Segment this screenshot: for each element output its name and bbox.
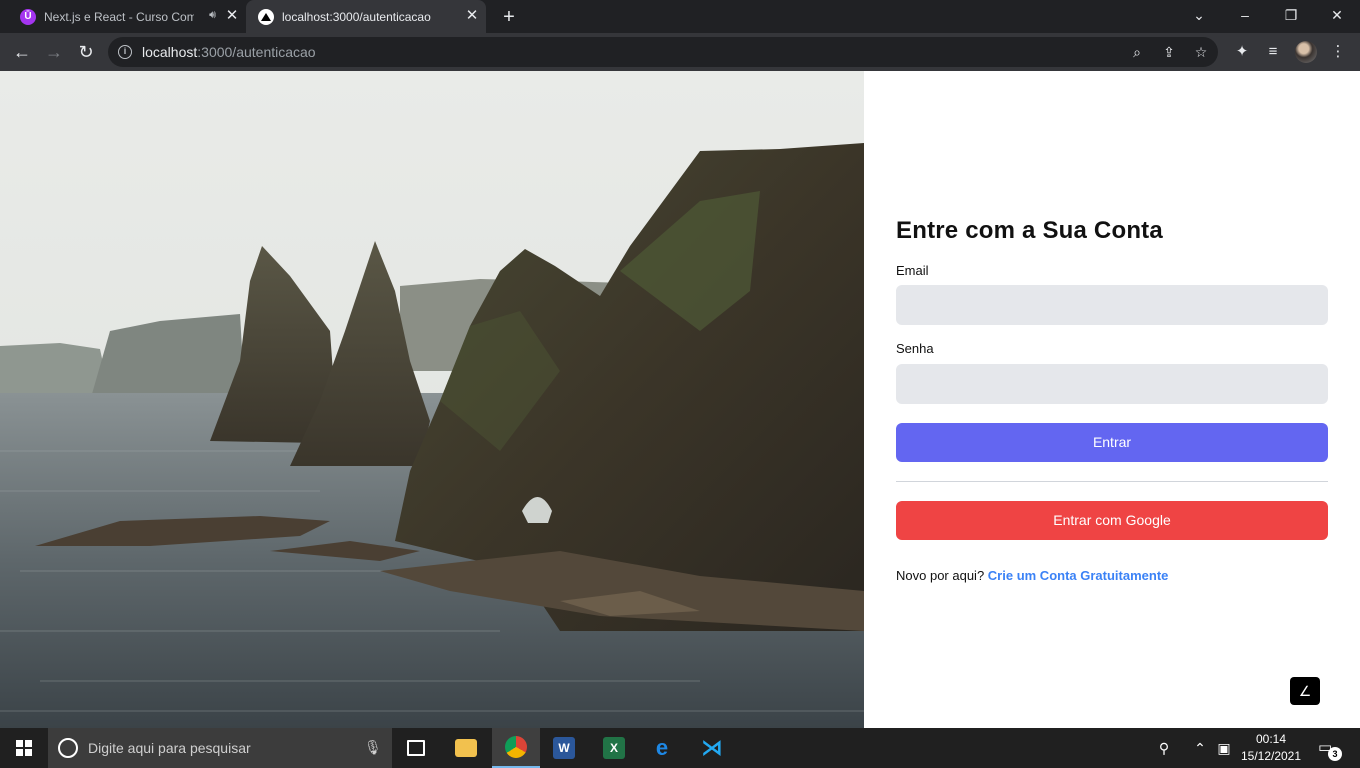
chrome-icon[interactable] xyxy=(492,728,540,768)
signup-link[interactable]: Crie um Conta Gratuitamente xyxy=(988,568,1169,583)
extensions-puzzle-icon[interactable]: ✦ xyxy=(1232,42,1252,62)
minimize-button[interactable]: – xyxy=(1222,0,1268,30)
address-bar[interactable]: i localhost:3000/autenticacao ⌕ ⇪ ☆ xyxy=(108,37,1218,67)
clock-date: 15/12/2021 xyxy=(1240,749,1302,763)
show-hidden-icons-chevron-icon[interactable]: ⌃ xyxy=(1190,738,1210,758)
notification-center-icon[interactable]: ▭ 3 xyxy=(1318,738,1342,761)
password-label: Senha xyxy=(896,341,934,356)
tab-title: Next.js e React - Curso Comp xyxy=(44,9,194,24)
login-panel: Entre com a Sua Conta Email Senha Entrar… xyxy=(864,71,1360,728)
tab-strip: Ū Next.js e React - Curso Comp 🔊︎ ✕ loca… xyxy=(0,0,1360,33)
tab-search-chevron-icon[interactable]: ⌄ xyxy=(1176,0,1222,30)
signup-prompt: Novo por aqui? Crie um Conta Gratuitamen… xyxy=(896,568,1168,583)
close-tab-icon[interactable]: ✕ xyxy=(224,8,240,24)
email-field[interactable] xyxy=(896,285,1328,325)
notification-count-badge: 3 xyxy=(1328,747,1342,761)
meet-now-icon[interactable]: ▣ xyxy=(1214,738,1234,758)
tab-localhost-autenticacao[interactable]: localhost:3000/autenticacao ✕ xyxy=(246,0,486,33)
microphone-icon[interactable]: 🎙︎ xyxy=(364,739,382,756)
reload-button[interactable]: ↻ xyxy=(73,39,99,65)
start-button[interactable] xyxy=(0,728,48,768)
google-login-button[interactable]: Entrar com Google xyxy=(896,501,1328,540)
signup-prompt-text: Novo por aqui? xyxy=(896,568,985,583)
nextjs-icon xyxy=(258,8,274,25)
divider xyxy=(896,481,1328,482)
word-icon[interactable]: W xyxy=(540,728,588,768)
people-icon[interactable]: ⚲ xyxy=(1154,738,1174,758)
email-label: Email xyxy=(896,263,929,278)
udemy-icon: Ū xyxy=(20,8,36,25)
close-window-button[interactable]: ✕ xyxy=(1314,0,1360,30)
profile-avatar[interactable] xyxy=(1295,41,1317,63)
clock-time: 00:14 xyxy=(1255,732,1287,746)
new-tab-button[interactable]: + xyxy=(498,6,520,28)
task-view-icon[interactable] xyxy=(392,728,440,768)
url-text[interactable]: localhost:3000/autenticacao xyxy=(142,44,316,60)
clock[interactable]: 00:14 15/12/2021 xyxy=(1234,731,1308,765)
windows-logo-icon xyxy=(16,740,32,756)
search-placeholder: Digite aqui para pesquisar xyxy=(88,740,251,756)
share-icon[interactable]: ⇪ xyxy=(1160,43,1178,61)
excel-icon[interactable]: X xyxy=(590,728,638,768)
windows-taskbar: Digite aqui para pesquisar 🎙︎ W X e ⋊ ⚲ … xyxy=(0,728,1360,768)
vscode-icon[interactable]: ⋊ xyxy=(688,728,736,768)
hero-image-coastal-cliffs xyxy=(0,71,864,728)
zoom-icon[interactable]: ⌕ xyxy=(1128,43,1146,61)
cliffs-illustration xyxy=(0,71,864,728)
cortana-icon xyxy=(58,738,78,758)
page-title: Entre com a Sua Conta xyxy=(896,217,1163,244)
login-button[interactable]: Entrar xyxy=(896,423,1328,462)
file-explorer-icon[interactable] xyxy=(442,728,490,768)
kebab-menu-icon[interactable]: ⋮ xyxy=(1328,42,1348,62)
browser-toolbar: ← → ↻ i localhost:3000/autenticacao ⌕ ⇪ … xyxy=(0,33,1360,71)
media-control-icon[interactable]: ≡ xyxy=(1263,42,1283,62)
site-info-icon[interactable]: i xyxy=(118,45,132,59)
tab-title: localhost:3000/autenticacao xyxy=(282,9,431,24)
tab-udemy-course[interactable]: Ū Next.js e React - Curso Comp 🔊︎ ✕ xyxy=(10,0,246,33)
password-field[interactable] xyxy=(896,364,1328,404)
nextjs-dev-indicator-icon[interactable]: ∠ xyxy=(1290,677,1320,705)
taskbar-search[interactable]: Digite aqui para pesquisar 🎙︎ xyxy=(48,728,392,768)
close-tab-icon[interactable]: ✕ xyxy=(464,8,480,24)
speaker-icon[interactable]: 🔊︎ xyxy=(209,9,216,22)
forward-button[interactable]: → xyxy=(41,39,67,65)
back-button[interactable]: ← xyxy=(9,39,35,65)
restore-button[interactable]: ❐ xyxy=(1268,0,1314,30)
page-viewport: Entre com a Sua Conta Email Senha Entrar… xyxy=(0,71,1360,728)
edge-icon[interactable]: e xyxy=(638,728,686,768)
bookmark-star-icon[interactable]: ☆ xyxy=(1192,43,1210,61)
